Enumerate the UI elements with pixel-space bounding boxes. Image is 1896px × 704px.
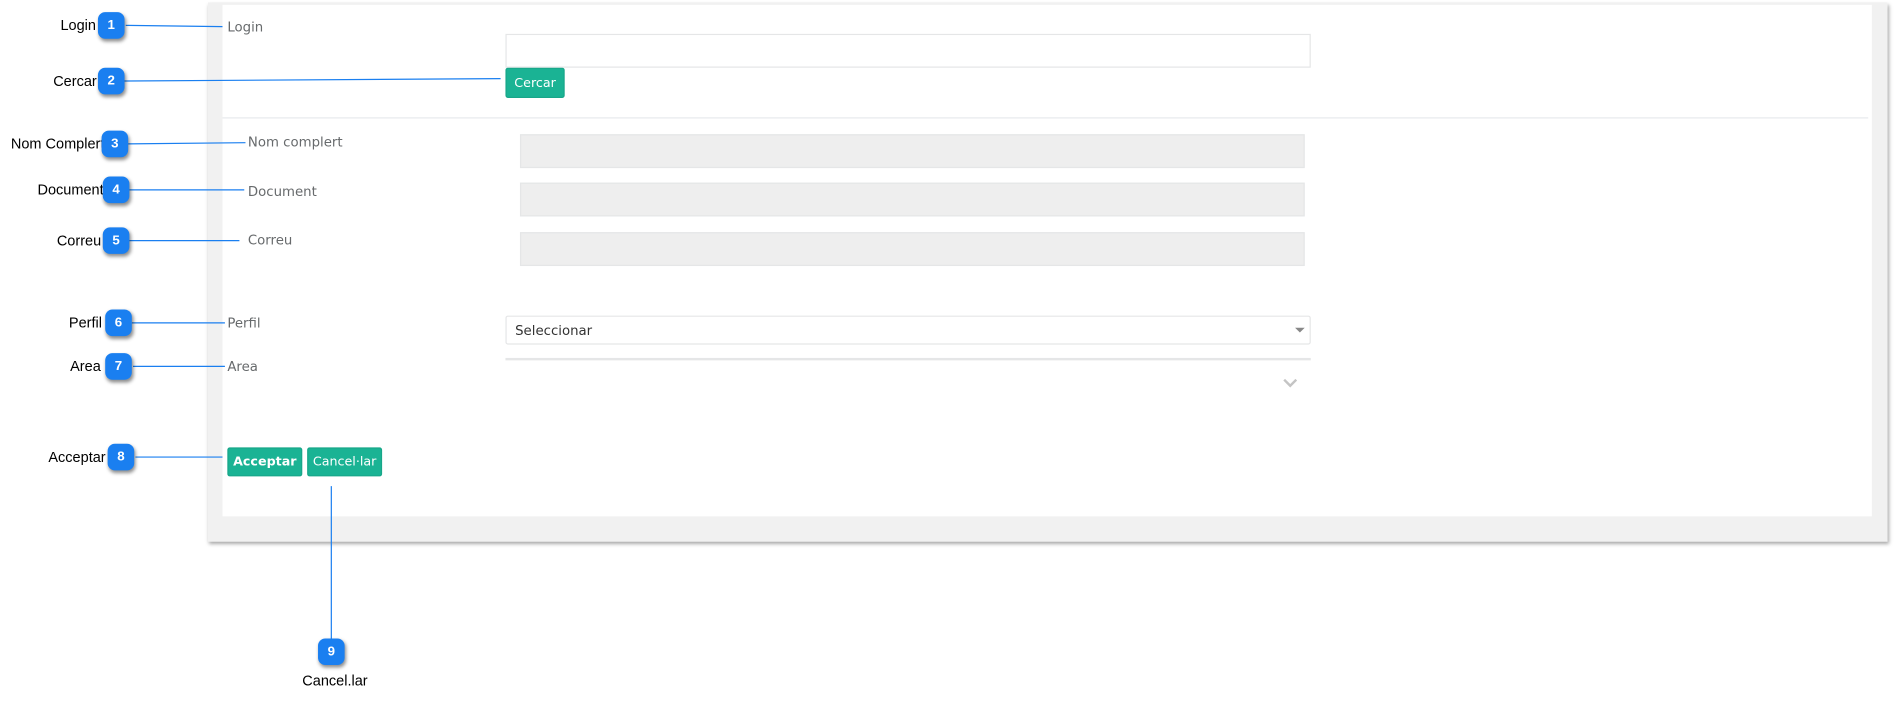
callout-label: Login	[60, 16, 96, 34]
callout-label: Perfil	[68, 314, 102, 332]
callout-badge: 5	[102, 227, 130, 254]
leader-line	[125, 24, 223, 28]
callout-leader-lines	[124, 24, 501, 639]
callout-badge: 3	[101, 130, 129, 158]
callout-label: Cercar	[53, 72, 97, 90]
callout-label: Document	[37, 181, 104, 199]
leader-line	[128, 142, 246, 145]
leader-line	[124, 77, 501, 82]
callout-label: Cancel.lar	[302, 672, 368, 690]
callout-label: Acceptar	[48, 448, 106, 466]
annotated-screenshot: Login Cercar Nom complert Document Corre…	[0, 0, 1896, 704]
callout-badge: 8	[107, 443, 135, 471]
callout-badge: 1	[97, 12, 125, 39]
callout-badge: 4	[102, 176, 130, 204]
callout-badge: 7	[105, 353, 132, 380]
callout-badge: 2	[97, 67, 125, 95]
callout-badge: 6	[105, 309, 132, 337]
callout-label: Nom Complert	[10, 135, 105, 153]
callout-badge: 9	[318, 638, 345, 666]
callout-label: Area	[70, 357, 101, 375]
callout-label: Correu	[56, 232, 102, 250]
